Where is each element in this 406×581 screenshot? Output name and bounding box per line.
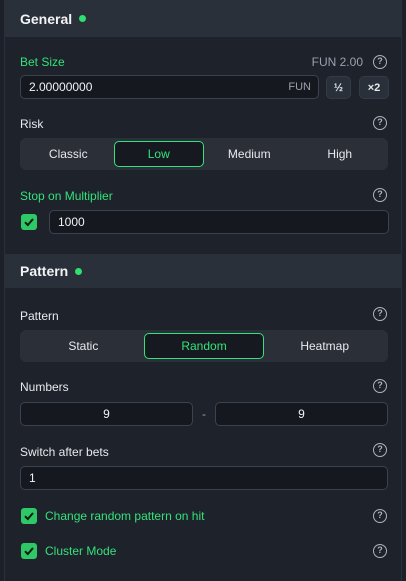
risk-label: Risk	[20, 117, 44, 131]
stop-multiplier-value: 1000	[58, 215, 85, 229]
risk-option-high[interactable]: High	[295, 141, 386, 167]
risk-selector: Classic Low Medium High	[20, 138, 388, 170]
numbers-max-value: 9	[298, 407, 305, 421]
stop-multiplier-checkbox[interactable]	[21, 214, 37, 230]
risk-help-icon[interactable]: ?	[373, 116, 387, 130]
general-section-header[interactable]: General	[5, 0, 401, 37]
risk-option-classic[interactable]: Classic	[23, 141, 114, 167]
status-dot	[79, 15, 87, 22]
pattern-title: Pattern	[20, 263, 69, 279]
stop-multiplier-input[interactable]: 1000	[49, 210, 389, 234]
numbers-separator: -	[202, 407, 206, 421]
bet-size-input[interactable]: 2.00000000 FUN	[20, 75, 319, 99]
risk-option-medium[interactable]: Medium	[204, 141, 295, 167]
bet-size-value: 2.00000000	[29, 80, 93, 94]
switch-after-bets-help-icon[interactable]: ?	[373, 443, 387, 457]
numbers-min-value: 9	[103, 407, 110, 421]
settings-panel: General Bet Size FUN 2.00 ? 2.00000000 F…	[4, 0, 402, 581]
change-random-help-icon[interactable]: ?	[373, 509, 387, 523]
switch-after-bets-input[interactable]: 1	[20, 466, 388, 490]
pattern-help-icon[interactable]: ?	[373, 307, 387, 321]
pattern-section-header[interactable]: Pattern	[5, 254, 401, 288]
status-dot	[75, 267, 83, 275]
checkmark-icon	[24, 547, 34, 556]
bet-size-display: FUN 2.00	[311, 55, 363, 69]
pattern-label: Pattern	[20, 309, 59, 323]
cluster-mode-label[interactable]: Cluster Mode	[45, 544, 116, 558]
bet-size-help-icon[interactable]: ?	[373, 55, 387, 69]
bet-size-label: Bet Size	[20, 55, 65, 69]
half-bet-button[interactable]: ½	[326, 76, 351, 99]
bet-size-currency: FUN	[288, 81, 311, 93]
cluster-mode-help-icon[interactable]: ?	[373, 544, 387, 558]
change-random-label[interactable]: Change random pattern on hit	[45, 509, 204, 523]
pattern-option-static[interactable]: Static	[23, 333, 144, 359]
general-title: General	[20, 10, 73, 27]
cluster-mode-checkbox[interactable]	[21, 543, 37, 559]
switch-after-bets-value: 1	[29, 471, 36, 485]
double-bet-button[interactable]: ×2	[359, 76, 389, 99]
risk-option-low[interactable]: Low	[113, 141, 204, 167]
switch-after-bets-label: Switch after bets	[20, 445, 109, 459]
change-random-checkbox[interactable]	[21, 508, 37, 524]
numbers-help-icon[interactable]: ?	[373, 379, 387, 393]
pattern-selector: Static Random Heatmap	[20, 330, 388, 362]
pattern-option-random[interactable]: Random	[143, 333, 265, 359]
numbers-min-input[interactable]: 9	[20, 402, 193, 426]
numbers-max-input[interactable]: 9	[215, 402, 388, 426]
pattern-option-heatmap[interactable]: Heatmap	[264, 333, 385, 359]
stop-multiplier-help-icon[interactable]: ?	[373, 188, 387, 202]
checkmark-icon	[24, 218, 34, 227]
checkmark-icon	[24, 512, 34, 521]
stop-multiplier-label: Stop on Multiplier	[20, 189, 113, 203]
numbers-label: Numbers	[20, 380, 69, 394]
